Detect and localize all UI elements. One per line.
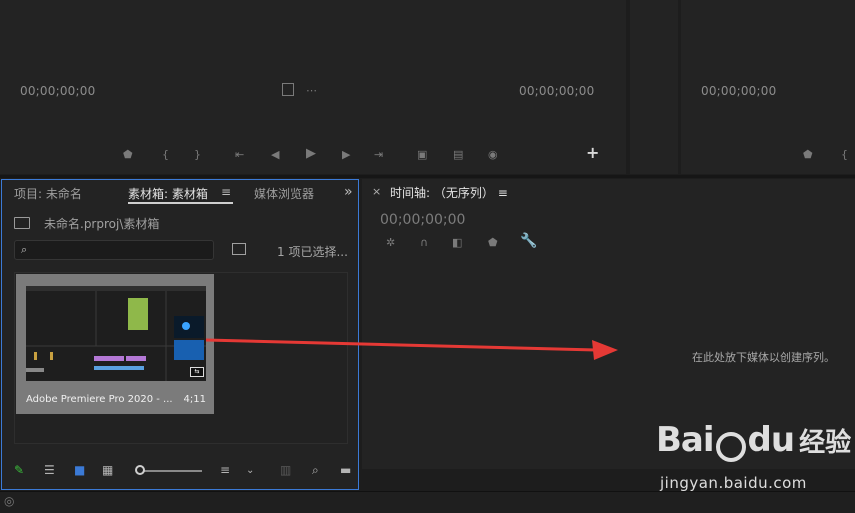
watermark-logo-right: du <box>747 420 796 460</box>
watermark-logo-left: Bai <box>656 420 715 460</box>
baidu-watermark: Bai du 经验 <box>656 420 851 462</box>
watermark-url: jingyan.baidu.com <box>660 474 807 492</box>
status-bar: ◎ <box>0 491 855 513</box>
creative-cloud-icon[interactable]: ◎ <box>4 494 14 508</box>
baidu-paw-icon <box>715 431 746 462</box>
watermark-cn: 经验 <box>799 428 852 458</box>
